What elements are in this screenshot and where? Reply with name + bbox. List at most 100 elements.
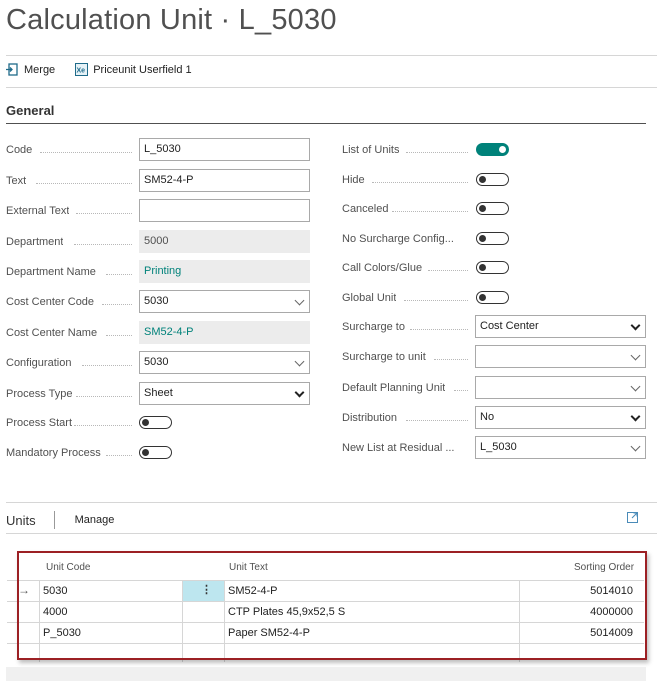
list-of-units-toggle[interactable] <box>476 143 509 156</box>
hide-dots <box>372 182 468 183</box>
chevron-down-icon[interactable] <box>630 381 641 392</box>
toggle-knob <box>479 176 486 183</box>
manage-button[interactable]: Manage <box>75 514 115 526</box>
surcharge-to-unit-label: Surcharge to unit <box>342 351 426 363</box>
process-type-value: Sheet <box>144 387 173 399</box>
code-field[interactable]: L_5030 <box>139 138 310 161</box>
surcharge-to-dots <box>410 329 468 330</box>
global-unit-toggle[interactable] <box>476 291 509 304</box>
merge-label: Merge <box>24 63 56 76</box>
department-dots <box>74 244 132 245</box>
process-start-dots <box>74 425 132 426</box>
units-separator <box>53 511 55 529</box>
default-planning-unit-field[interactable] <box>475 376 646 399</box>
global-unit-dots <box>404 300 468 301</box>
no-surcharge-config-toggle[interactable] <box>476 232 509 245</box>
external-text-dots <box>76 213 132 214</box>
page-title: Calculation Unit · L_5030 <box>6 4 337 36</box>
new-list-at-residual-value: L_5030 <box>480 441 517 453</box>
call-colors-glue-dots <box>428 270 468 271</box>
actionbar-divider <box>6 87 657 88</box>
grid-footer-strip <box>6 667 646 681</box>
external-text-field[interactable] <box>139 199 310 222</box>
global-unit-label: Global Unit <box>342 292 397 304</box>
call-colors-glue-toggle[interactable] <box>476 261 509 274</box>
toggle-knob <box>499 146 506 153</box>
process-type-dots <box>76 396 132 397</box>
new-list-at-residual-field[interactable]: L_5030 <box>475 436 646 459</box>
canceled-label: Canceled <box>342 203 389 215</box>
mandatory-process-dots <box>106 455 132 456</box>
toggle-knob <box>479 235 486 242</box>
units-header-divider <box>6 533 657 534</box>
process-type-label: Process Type <box>6 388 73 400</box>
configuration-value: 5030 <box>144 356 169 368</box>
chevron-down-icon[interactable] <box>294 356 305 367</box>
general-section-title: General <box>6 103 55 118</box>
text-label: Text <box>6 175 27 187</box>
process-type-select[interactable]: Sheet <box>139 382 310 405</box>
no-surcharge-config-label: No Surcharge Config... <box>342 233 454 245</box>
surcharge-to-unit-field[interactable] <box>475 345 646 368</box>
priceunit-userfield-label: Priceunit Userfield 1 <box>93 63 192 76</box>
expand-icon[interactable] <box>627 512 638 523</box>
toggle-knob <box>479 294 486 301</box>
canceled-dots <box>392 211 468 212</box>
chevron-down-icon[interactable] <box>630 411 641 422</box>
process-start-label: Process Start <box>6 417 73 429</box>
merge-button[interactable]: Merge <box>6 63 55 76</box>
chevron-down-icon[interactable] <box>630 441 641 452</box>
department-name-label: Department Name <box>6 266 96 278</box>
toggle-knob <box>142 419 149 426</box>
external-text-label: External Text <box>6 205 70 217</box>
cost-center-name-field[interactable]: SM52-4-P <box>139 321 310 344</box>
code-dots <box>40 152 132 153</box>
general-section-rule <box>6 123 646 124</box>
hide-toggle[interactable] <box>476 173 509 186</box>
default-planning-unit-dots <box>454 390 468 391</box>
chevron-down-icon[interactable] <box>294 387 305 398</box>
department-label: Department <box>6 236 64 248</box>
priceunit-userfield-button[interactable]: Xe Priceunit Userfield 1 <box>75 63 192 76</box>
units-top-divider <box>6 502 657 503</box>
distribution-value: No <box>480 411 495 423</box>
distribution-label: Distribution <box>342 412 398 424</box>
mandatory-process-toggle[interactable] <box>139 446 172 459</box>
selection-highlight-frame <box>17 551 647 660</box>
text-field[interactable]: SM52-4-P <box>139 169 310 192</box>
surcharge-to-select[interactable]: Cost Center <box>475 315 646 338</box>
userfield-icon: Xe <box>75 63 89 76</box>
chevron-down-icon[interactable] <box>294 295 305 306</box>
merge-icon <box>6 63 19 76</box>
cost-center-code-value: 5030 <box>144 295 169 307</box>
cost-center-code-dots <box>102 304 132 305</box>
new-list-at-residual-label: New List at Residual ... <box>342 442 455 454</box>
surcharge-to-value: Cost Center <box>480 320 539 332</box>
action-bar: Merge Xe Priceunit Userfield 1 <box>6 63 192 76</box>
department-field: 5000 <box>139 230 310 253</box>
chevron-down-icon[interactable] <box>630 320 641 331</box>
chevron-down-icon[interactable] <box>630 350 641 361</box>
toggle-knob <box>142 449 149 456</box>
mandatory-process-label: Mandatory Process <box>6 447 101 459</box>
cost-center-name-label: Cost Center Name <box>6 327 98 339</box>
canceled-toggle[interactable] <box>476 202 509 215</box>
units-title: Units <box>6 512 36 528</box>
department-name-dots <box>106 274 132 275</box>
list-of-units-dots <box>406 152 468 153</box>
list-of-units-label: List of Units <box>342 144 400 156</box>
title-divider <box>6 55 657 56</box>
cost-center-name-dots <box>106 335 132 336</box>
surcharge-to-label: Surcharge to <box>342 321 405 333</box>
distribution-dots <box>406 420 468 421</box>
configuration-field[interactable]: 5030 <box>139 351 310 374</box>
default-planning-unit-label: Default Planning Unit <box>342 382 446 394</box>
surcharge-to-unit-dots <box>434 359 468 360</box>
cost-center-code-label: Cost Center Code <box>6 296 95 308</box>
configuration-dots <box>82 365 132 366</box>
process-start-toggle[interactable] <box>139 416 172 429</box>
svg-text:Xe: Xe <box>77 68 86 75</box>
cost-center-code-field[interactable]: 5030 <box>139 290 310 313</box>
department-name-field[interactable]: Printing <box>139 260 310 283</box>
distribution-select[interactable]: No <box>475 406 646 429</box>
